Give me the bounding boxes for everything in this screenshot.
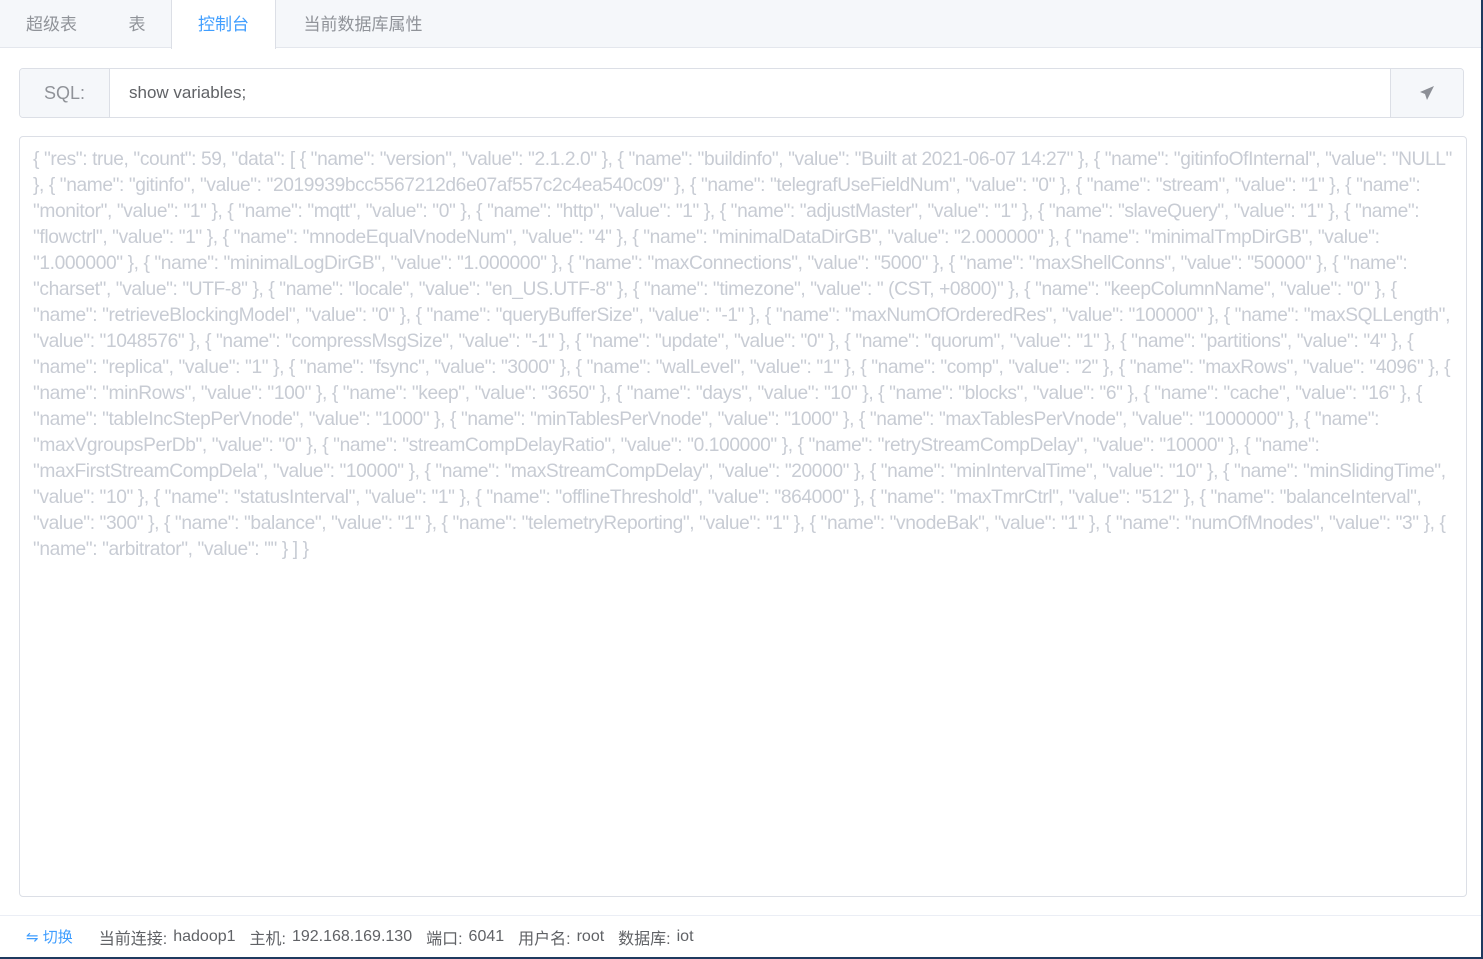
result-output[interactable]: { "res": true, "count": 59, "data": [ { … [19,136,1467,897]
database-value: iot [676,927,694,945]
tab-table[interactable]: 表 [103,0,171,48]
connection-value: hadoop1 [173,927,236,945]
database-label: 数据库: [618,930,671,948]
user-label: 用户名: [518,930,571,948]
port-label: 端口: [426,930,463,948]
switch-connection-button[interactable]: ⇋ 切换 [26,926,73,947]
sql-input[interactable] [110,69,1390,117]
user-value: root [576,927,605,945]
status-bar: ⇋ 切换 当前连接: hadoop1 主机: 192.168.169.130 端… [0,915,1481,959]
port-value: 6041 [468,927,505,945]
send-button[interactable] [1390,69,1463,117]
tab-bar: 超级表 表 控制台 当前数据库属性 [0,0,1481,49]
host-value: 192.168.169.130 [291,927,413,945]
tab-super-table[interactable]: 超级表 [0,0,103,48]
paper-plane-icon [1420,86,1434,100]
connection-label: 当前连接: [98,930,168,948]
switch-label: 切换 [42,929,73,946]
tab-console[interactable]: 控制台 [171,0,276,49]
sql-label: SQL: [20,69,110,117]
sql-bar: SQL: [19,68,1464,118]
swap-arrows-icon: ⇋ [26,929,39,946]
host-label: 主机: [249,930,286,948]
tab-database-properties[interactable]: 当前数据库属性 [276,0,450,48]
